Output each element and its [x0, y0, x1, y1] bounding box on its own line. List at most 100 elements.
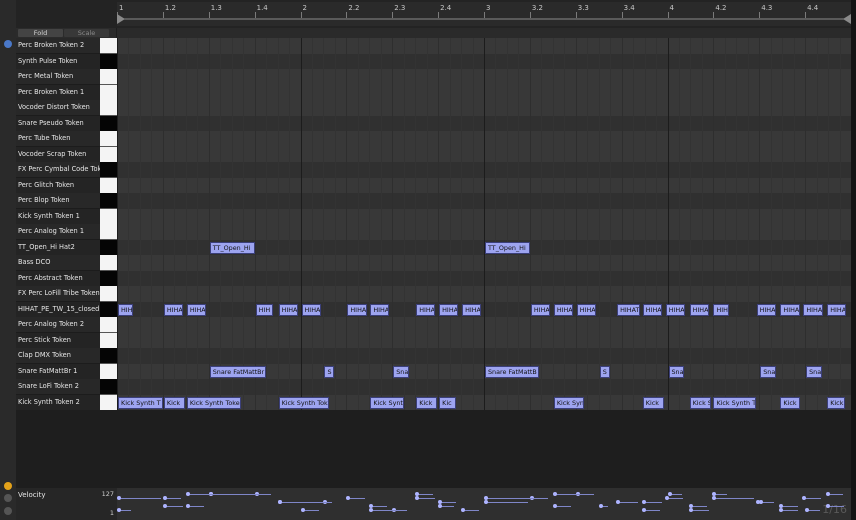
- midi-note[interactable]: Snare FatMattB: [485, 365, 540, 378]
- midi-note[interactable]: HIHA: [301, 303, 321, 316]
- track-row[interactable]: Perc Blop Token: [16, 193, 100, 209]
- track-row[interactable]: Vocoder Distort Token: [16, 100, 100, 116]
- midi-note[interactable]: HIHAT: [617, 303, 640, 316]
- velocity-handle[interactable]: [598, 504, 603, 508]
- piano-key[interactable]: [100, 224, 117, 240]
- piano-key[interactable]: [100, 332, 117, 349]
- midi-note[interactable]: HIHA: [186, 303, 206, 316]
- velocity-handle[interactable]: [779, 508, 784, 512]
- midi-note[interactable]: Kick: [163, 396, 185, 409]
- track-row[interactable]: Clap DMX Token: [16, 348, 100, 364]
- velocity-handle[interactable]: [117, 496, 121, 500]
- velocity-handle[interactable]: [484, 496, 488, 500]
- scale-button[interactable]: Scale: [64, 29, 109, 37]
- midi-note[interactable]: S: [599, 365, 610, 378]
- midi-note[interactable]: HIH: [118, 303, 134, 316]
- midi-note[interactable]: Kick: [416, 396, 438, 409]
- piano-key[interactable]: [100, 38, 117, 54]
- velocity-handle[interactable]: [802, 496, 807, 500]
- midi-note[interactable]: TT_Open_Hi: [209, 241, 255, 254]
- velocity-handle[interactable]: [369, 508, 374, 512]
- midi-note[interactable]: Kick Synth T: [713, 396, 757, 409]
- velocity-handle[interactable]: [616, 500, 621, 504]
- midi-note[interactable]: HIHA: [827, 303, 847, 316]
- midi-note[interactable]: HIHA: [462, 303, 482, 316]
- piano-key[interactable]: [100, 177, 117, 194]
- track-row[interactable]: Snare Pseudo Token: [16, 115, 100, 132]
- velocity-lane[interactable]: 1/16: [117, 488, 851, 520]
- velocity-handle[interactable]: [185, 492, 190, 496]
- piano-key[interactable]: [100, 100, 117, 116]
- track-row[interactable]: Perc Metal Token: [16, 69, 100, 85]
- midi-note[interactable]: Kick: [642, 396, 664, 409]
- midi-note[interactable]: HIHA: [756, 303, 776, 316]
- midi-note[interactable]: Kick Syn: [553, 396, 584, 409]
- piano-key[interactable]: [100, 286, 117, 302]
- piano-key[interactable]: [100, 317, 117, 333]
- midi-note[interactable]: HIH: [713, 303, 729, 316]
- note-grid[interactable]: TT_Open_Hi TT_Open_Hi HIH HIHA HIHA HIH HIHA HI…: [117, 38, 851, 410]
- track-row[interactable]: Kick Synth Token 1: [16, 208, 100, 225]
- velocity-handle[interactable]: [826, 492, 831, 496]
- track-row[interactable]: TT_Open_Hi Hat2: [16, 239, 100, 256]
- midi-note[interactable]: Kick Synt: [370, 396, 405, 409]
- piano-keys[interactable]: [100, 38, 117, 411]
- piano-key[interactable]: [100, 363, 117, 380]
- velocity-handle[interactable]: [667, 492, 672, 496]
- piano-key[interactable]: [100, 270, 117, 287]
- piano-key[interactable]: [100, 131, 117, 147]
- piano-key[interactable]: [100, 394, 117, 411]
- loop-brace[interactable]: [117, 14, 851, 24]
- velocity-handle[interactable]: [346, 496, 351, 500]
- midi-note[interactable]: HIHA: [347, 303, 367, 316]
- midi-note[interactable]: Kick Synth Toke: [186, 396, 241, 409]
- lane-select-icon[interactable]: [4, 494, 12, 502]
- track-row[interactable]: Perc Abstract Token: [16, 270, 100, 287]
- piano-key[interactable]: [100, 348, 117, 364]
- velocity-handle[interactable]: [185, 504, 190, 508]
- midi-note[interactable]: HIHA: [689, 303, 709, 316]
- track-row[interactable]: Perc Stick Token: [16, 332, 100, 349]
- track-row[interactable]: HIHAT_PE_TW_15_closed: [16, 301, 100, 318]
- velocity-handle[interactable]: [117, 508, 121, 512]
- midi-note[interactable]: Kick: [827, 396, 845, 409]
- track-row[interactable]: Perc Analog Token 1: [16, 224, 100, 240]
- track-row[interactable]: Perc Glitch Token: [16, 177, 100, 194]
- velocity-handle[interactable]: [688, 508, 693, 512]
- midi-note[interactable]: HIHA: [576, 303, 596, 316]
- piano-key[interactable]: [100, 379, 117, 395]
- midi-note[interactable]: HIHA: [530, 303, 551, 316]
- velocity-handle[interactable]: [712, 496, 717, 500]
- velocity-handle[interactable]: [277, 500, 282, 504]
- midi-note[interactable]: Kic: [439, 396, 457, 409]
- velocity-handle[interactable]: [484, 500, 488, 504]
- midi-note[interactable]: Kick S: [689, 396, 711, 409]
- midi-note[interactable]: Kick Synth T: [118, 396, 163, 409]
- velocity-handle[interactable]: [438, 504, 443, 508]
- track-row[interactable]: Snare FatMattBr 1: [16, 363, 100, 380]
- fold-toggle-icon[interactable]: [4, 482, 12, 490]
- expand-lane-icon[interactable]: [4, 507, 12, 515]
- midi-note[interactable]: HIHA: [553, 303, 573, 316]
- midi-note[interactable]: HIHA: [803, 303, 823, 316]
- midi-note[interactable]: Kick Synth Tok: [278, 396, 329, 409]
- midi-note[interactable]: HIHA: [780, 303, 800, 316]
- info-icon[interactable]: [4, 40, 12, 48]
- velocity-handle[interactable]: [461, 508, 466, 512]
- velocity-handle[interactable]: [759, 500, 764, 504]
- velocity-handle[interactable]: [664, 496, 669, 500]
- fold-button[interactable]: Fold: [18, 29, 63, 37]
- midi-note[interactable]: S: [324, 365, 335, 378]
- piano-key[interactable]: [100, 146, 117, 163]
- track-row[interactable]: Kick Synth Token 2: [16, 394, 100, 411]
- midi-note[interactable]: Sna: [668, 365, 684, 378]
- track-row[interactable]: Perc Analog Token 2: [16, 317, 100, 333]
- track-row[interactable]: Perc Broken Token 2: [16, 38, 100, 54]
- piano-key[interactable]: [100, 115, 117, 132]
- piano-key[interactable]: [100, 84, 117, 101]
- piano-key[interactable]: [100, 255, 117, 271]
- velocity-handle[interactable]: [779, 504, 784, 508]
- track-row[interactable]: Vocoder Scrap Token: [16, 146, 100, 163]
- piano-key[interactable]: [100, 162, 117, 178]
- midi-note[interactable]: Sna: [393, 365, 409, 378]
